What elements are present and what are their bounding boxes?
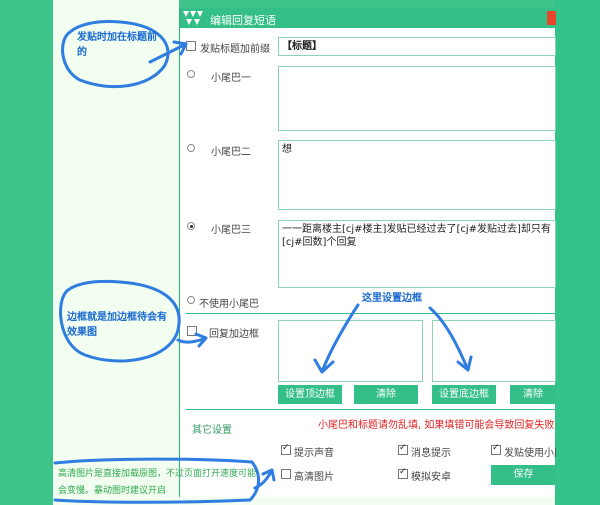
message-checkbox[interactable] <box>398 443 408 455</box>
other-settings-label: 其它设置 <box>192 425 232 436</box>
annotation-note-2: 这里设置边框 <box>362 293 422 304</box>
tail-two-radio[interactable] <box>187 144 195 152</box>
use-tail-checkbox[interactable] <box>491 443 501 455</box>
dialog-title: 编辑回复短语 <box>210 14 276 27</box>
tail-one-radio[interactable] <box>187 70 195 78</box>
no-tail-radio[interactable] <box>187 296 195 304</box>
tail-three-textarea[interactable]: 一一距离楼主[cj#楼主]发贴已经过去了[cj#发贴过去]却只有[cj#回数]个… <box>278 220 556 288</box>
divider-other <box>186 409 556 410</box>
no-tail-label: 不使用小尾巴 <box>199 299 259 310</box>
warning-text: 小尾巴和标题请勿乱填, 如果填错可能会导致回复失败 <box>318 420 555 431</box>
annotation-note-1: 发贴时加在标题前的 <box>77 32 157 58</box>
annotation-note-4: 高清图片是直接加载原图，不过页面打开速度可能会变慢。暴动图时建议开启 <box>58 469 257 496</box>
title-prefix-label: 发贴标题加前缀 <box>200 44 270 55</box>
sound-checkbox[interactable] <box>281 443 291 455</box>
annotation-note-3: 边框就是加边框待会有效果图 <box>67 312 167 338</box>
clear-top-border-button[interactable]: 清除 <box>354 385 418 404</box>
title-prefix-input[interactable]: 【标题】 <box>278 37 556 56</box>
border-checkbox[interactable] <box>187 326 197 336</box>
tail-three-radio[interactable] <box>187 222 195 230</box>
tail-one-textarea[interactable] <box>278 66 556 131</box>
background-left-pane <box>53 0 179 505</box>
android-label: 模拟安卓 <box>411 472 451 483</box>
set-bottom-border-button[interactable]: 设置底边框 <box>432 385 496 404</box>
top-border-preview <box>278 320 423 382</box>
title-bar: 编辑回复短语 <box>180 8 556 28</box>
clear-bottom-border-button[interactable]: 清除 <box>510 385 556 404</box>
use-tail-label: 发贴使用小尾 <box>504 448 556 459</box>
sound-label: 提示声音 <box>294 448 334 459</box>
message-label: 消息提示 <box>411 448 451 459</box>
save-button[interactable]: 保存 <box>491 465 556 485</box>
android-checkbox[interactable] <box>398 467 408 479</box>
hd-image-checkbox[interactable] <box>281 469 291 479</box>
edit-reply-dialog: 编辑回复短语 发贴标题加前缀 【标题】 小尾巴一 小尾巴二 想 小尾巴三 一一距… <box>179 8 556 497</box>
border-label: 回复加边框 <box>209 329 259 340</box>
hd-image-label: 高清图片 <box>294 472 334 483</box>
tail-two-label: 小尾巴二 <box>211 147 251 158</box>
close-button[interactable] <box>547 11 556 25</box>
set-top-border-button[interactable]: 设置顶边框 <box>278 385 342 404</box>
tail-three-label: 小尾巴三 <box>211 225 251 236</box>
bottom-border-preview <box>432 320 556 382</box>
background-right-pane <box>555 0 600 505</box>
divider-border <box>186 313 556 314</box>
app-logo-icon <box>183 11 203 25</box>
title-prefix-checkbox[interactable] <box>186 41 196 51</box>
tail-two-textarea[interactable]: 想 <box>278 140 556 210</box>
tail-one-label: 小尾巴一 <box>211 73 251 84</box>
